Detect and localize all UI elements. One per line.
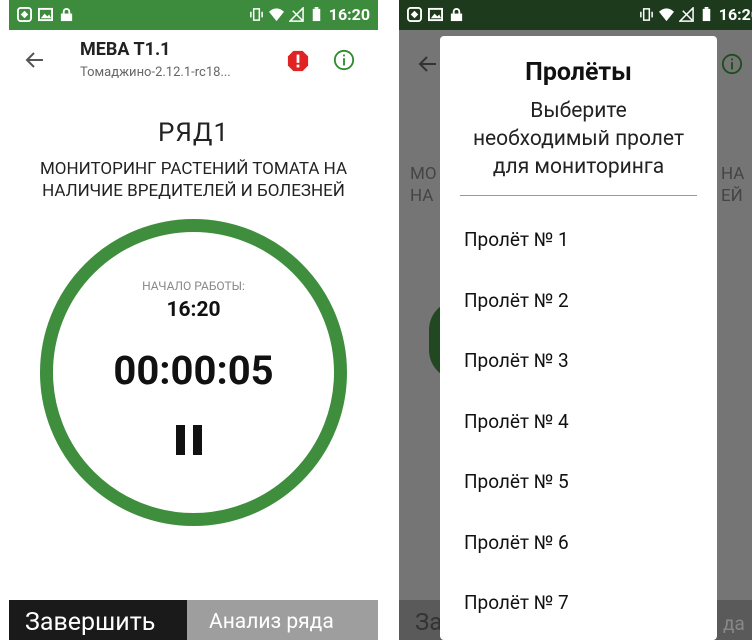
wifi-icon [268,8,284,22]
finish-button[interactable]: Завершить [9,600,187,640]
app-bar: МЕВА Т1.1 Томаджино-2.12.1-rc18... [9,30,378,92]
wifi-icon [658,8,674,22]
vibrate-icon [249,8,263,21]
notification-icons [17,7,74,22]
bottom-bar: Завершить Анализ ряда [9,600,378,640]
background-text-left-1: МО [410,164,437,184]
background-text-right-1: НА [721,164,745,184]
span-item-6[interactable]: Пролёт № 6 [440,509,717,570]
notification-icons [407,7,464,22]
lock-icon [450,8,463,22]
span-item-4[interactable]: Пролёт № 4 [440,388,717,449]
span-item-3[interactable]: Пролёт № 3 [440,327,717,388]
battery-icon [312,7,321,22]
dialog-divider [460,195,697,196]
dialog-message-line-1: Выберите [530,99,627,123]
info-circle-icon [721,53,743,75]
no-signal-icon [678,7,694,22]
dialog-title: Пролёты [525,58,632,87]
background-text-left-2: НА [410,186,434,206]
row-description-line-2: НАЛИЧИЕ ВРЕДИТЕЛЕЙ И БОЛЕЗНЕЙ [42,181,345,201]
span-picker-dialog: Пролёты Выберите необходимый пролет для … [440,36,717,640]
system-icons: 16:20 [639,5,752,24]
span-item-1[interactable]: Пролёт № 1 [440,206,717,267]
start-time: 16:20 [166,298,221,322]
span-item-7[interactable]: Пролёт № 7 [440,569,717,630]
background-analyze-text: да [723,612,745,635]
span-item-5[interactable]: Пролёт № 5 [440,448,717,509]
dialog-message: Выберите необходимый пролет для монитори… [440,97,717,181]
background-text-right-2: ЕЙ [721,186,743,206]
pause-icon-bar-right [193,425,202,455]
app-subtitle: Томаджино-2.12.1-rc18... [80,65,231,80]
image-notification-icon [428,7,443,22]
pause-button[interactable] [175,425,203,457]
status-bar: 16:20 [9,0,378,30]
dialog-message-line-3: для мониторинга [492,155,665,179]
row-title: РЯД1 [157,118,230,148]
analyze-row-button[interactable]: Анализ ряда [187,600,378,640]
app-title: МЕВА Т1.1 [80,39,171,60]
app-notification-icon [407,7,422,22]
dialog-message-line-2: необходимый пролет [472,127,685,151]
lock-icon [60,8,73,22]
span-item-2[interactable]: Пролёт № 2 [440,267,717,328]
status-time: 16:20 [718,5,752,24]
info-circle-icon[interactable] [333,49,355,71]
background-finish-text: За [415,608,443,636]
span-list: Пролёт № 1 Пролёт № 2 Пролёт № 3 Пролёт … [440,206,717,630]
span-picker-screen: 16:20 МО НА НА ЕЙ За да Пролёты Выберите… [399,0,752,640]
system-icons: 16:20 [249,5,370,24]
app-notification-icon [17,7,32,22]
status-bar-dimmed: 16:20 [399,0,752,30]
no-signal-icon [288,7,304,22]
alert-octagon-icon[interactable] [287,50,309,72]
vibrate-icon [639,8,653,21]
image-notification-icon [38,7,53,22]
back-arrow-icon [418,56,436,72]
back-arrow-icon[interactable] [23,48,47,72]
row-description-line-1: МОНИТОРИНГ РАСТЕНИЙ ТОМАТА НА [39,159,348,179]
battery-icon [702,7,711,22]
timer-screen: 16:20 МЕВА Т1.1 Томаджино-2.12.1-rc18...… [9,0,378,640]
status-time: 16:20 [328,5,370,24]
row-description: МОНИТОРИНГ РАСТЕНИЙ ТОМАТА НА НАЛИЧИЕ ВР… [9,158,378,202]
elapsed-timer: 00:00:05 [113,347,274,394]
start-label: НАЧАЛО РАБОТЫ: [142,279,245,293]
pause-icon-bar-left [176,425,185,455]
